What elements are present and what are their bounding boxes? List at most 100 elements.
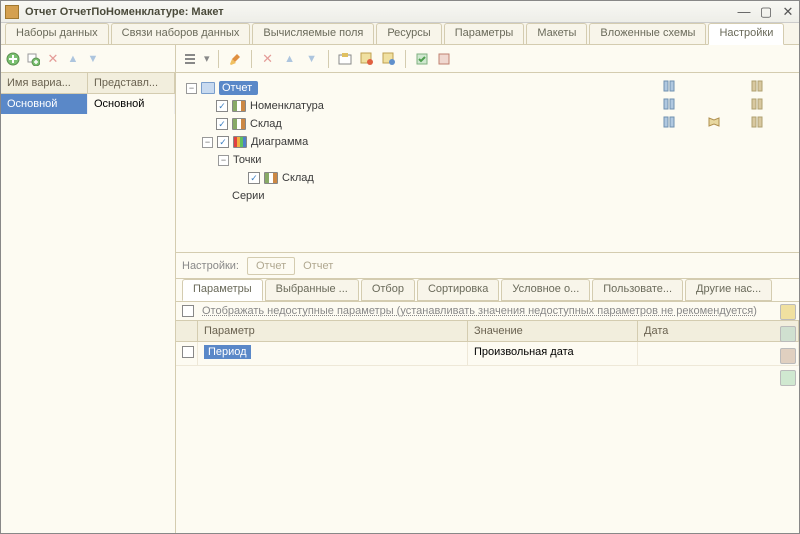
field-icon <box>264 172 278 184</box>
variants-panel: ✕ ▲ ▼ Имя вариа... Представл... Основной… <box>1 45 176 533</box>
add-copy-icon[interactable] <box>25 51 41 67</box>
sub-tabs: Параметры Выбранные ... Отбор Сортировка… <box>176 279 799 301</box>
sub-tab-sort[interactable]: Сортировка <box>417 279 499 301</box>
checkbox[interactable] <box>182 305 194 317</box>
action4-icon[interactable] <box>414 51 430 67</box>
tree-node-report[interactable]: − Отчет <box>180 79 655 97</box>
col-icon[interactable] <box>751 79 767 93</box>
tab-parameters[interactable]: Параметры <box>444 23 525 44</box>
collapse-icon[interactable]: − <box>218 155 229 166</box>
sub-tab-parameters[interactable]: Параметры <box>182 279 263 301</box>
collapse-icon[interactable]: − <box>186 83 197 94</box>
params-header-check <box>176 321 198 341</box>
sub-tab-conditional[interactable]: Условное о... <box>501 279 590 301</box>
tree-label: Номенклатура <box>250 100 324 112</box>
settings-text: Отчет <box>303 260 333 272</box>
param-value: Произвольная дата <box>468 342 638 365</box>
collapse-icon[interactable]: − <box>202 137 213 148</box>
sub-tab-other[interactable]: Другие нас... <box>685 279 772 301</box>
list-icon[interactable] <box>182 51 198 67</box>
params-row[interactable]: Период Произвольная дата <box>176 342 799 366</box>
params-header-value: Значение <box>468 321 638 341</box>
tree-node-series[interactable]: Серии <box>180 187 655 205</box>
tree-node-diagram[interactable]: − ✓ Диаграмма <box>180 133 655 151</box>
tab-nested-schemas[interactable]: Вложенные схемы <box>589 23 706 44</box>
sub-tab-filter[interactable]: Отбор <box>361 279 415 301</box>
tab-settings[interactable]: Настройки <box>708 23 784 45</box>
tree-node-nomen[interactable]: ✓ Номенклатура <box>180 97 655 115</box>
props2-icon[interactable] <box>780 348 796 364</box>
param-date <box>638 342 799 365</box>
edit-icon[interactable] <box>780 304 796 320</box>
props1-icon[interactable] <box>780 326 796 342</box>
sub-tab-user[interactable]: Пользовате... <box>592 279 683 301</box>
tree-label: Серии <box>232 190 264 202</box>
tab-templates[interactable]: Макеты <box>526 23 587 44</box>
down-icon[interactable]: ▼ <box>85 51 101 67</box>
tree-label: Склад <box>250 118 282 130</box>
edit-icon[interactable] <box>227 51 243 67</box>
params-header: Параметр Значение Дата <box>176 320 799 342</box>
col-icon[interactable] <box>663 115 679 129</box>
book-icon[interactable] <box>707 115 723 129</box>
action2-icon[interactable] <box>359 51 375 67</box>
action1-icon[interactable] <box>337 51 353 67</box>
checkbox[interactable]: ✓ <box>248 172 260 184</box>
minimize-button[interactable]: — <box>737 5 751 19</box>
variants-header: Имя вариа... Представл... <box>1 73 175 94</box>
tab-dataset-links[interactable]: Связи наборов данных <box>111 23 251 44</box>
checkbox[interactable]: ✓ <box>216 100 228 112</box>
app-icon <box>5 5 19 19</box>
add-icon[interactable] <box>5 51 21 67</box>
variants-header-name: Имя вариа... <box>1 73 88 93</box>
col-icon[interactable] <box>751 115 767 129</box>
params-header-param: Параметр <box>198 321 468 341</box>
checkbox[interactable] <box>182 346 194 358</box>
params-side-icons <box>780 304 796 386</box>
field-icon <box>232 118 246 130</box>
up-icon[interactable]: ▲ <box>65 51 81 67</box>
params-header-date: Дата <box>638 321 799 341</box>
settings-label: Настройки: <box>182 260 239 272</box>
col-icon[interactable] <box>751 97 767 111</box>
checkbox[interactable]: ✓ <box>216 118 228 130</box>
param-name: Период <box>204 345 251 359</box>
col-icon[interactable] <box>663 79 679 93</box>
delete-icon[interactable]: ✕ <box>45 51 61 67</box>
close-button[interactable]: ✕ <box>781 5 795 19</box>
params-checkbox-label: Отображать недоступные параметры (устана… <box>202 305 757 317</box>
content: ✕ ▲ ▼ Имя вариа... Представл... Основной… <box>1 45 799 533</box>
tree-label: Точки <box>233 154 261 166</box>
titlebar: Отчет ОтчетПоНоменклатуре: Макет — ▢ ✕ <box>1 1 799 23</box>
main-tabs: Наборы данных Связи наборов данных Вычис… <box>1 23 799 45</box>
maximize-button[interactable]: ▢ <box>759 5 773 19</box>
tree-right-cols <box>659 73 799 252</box>
variant-row[interactable]: Основной Основной <box>1 94 175 114</box>
sub-tab-selected[interactable]: Выбранные ... <box>265 279 359 301</box>
tab-calc-fields[interactable]: Вычисляемые поля <box>252 23 374 44</box>
structure-tree[interactable]: − Отчет ✓ Номенклатура ✓ Склад <box>176 73 659 252</box>
checkbox[interactable]: ✓ <box>217 136 229 148</box>
report-icon <box>201 82 215 94</box>
params-area: Отображать недоступные параметры (устана… <box>176 301 799 533</box>
props3-icon[interactable] <box>780 370 796 386</box>
settings-bar: Настройки: Отчет Отчет <box>176 253 799 279</box>
down2-icon[interactable]: ▼ <box>304 51 320 67</box>
tree-node-sklad2[interactable]: ✓ Склад <box>180 169 655 187</box>
tree-node-sklad[interactable]: ✓ Склад <box>180 115 655 133</box>
action3-icon[interactable] <box>381 51 397 67</box>
action5-icon[interactable] <box>436 51 452 67</box>
delete2-icon[interactable]: ✕ <box>260 51 276 67</box>
tree-node-points[interactable]: − Точки <box>180 151 655 169</box>
up2-icon[interactable]: ▲ <box>282 51 298 67</box>
col-icon[interactable] <box>663 97 679 111</box>
field-icon <box>232 100 246 112</box>
tab-resources[interactable]: Ресурсы <box>376 23 441 44</box>
tree-label: Отчет <box>219 81 258 95</box>
window-title: Отчет ОтчетПоНоменклатуре: Макет <box>25 6 737 18</box>
variant-name: Основной <box>1 94 88 114</box>
tab-datasets[interactable]: Наборы данных <box>5 23 109 44</box>
variant-repr: Основной <box>88 94 175 114</box>
settings-box[interactable]: Отчет <box>247 257 295 275</box>
params-checkbox-row[interactable]: Отображать недоступные параметры (устана… <box>176 302 799 320</box>
